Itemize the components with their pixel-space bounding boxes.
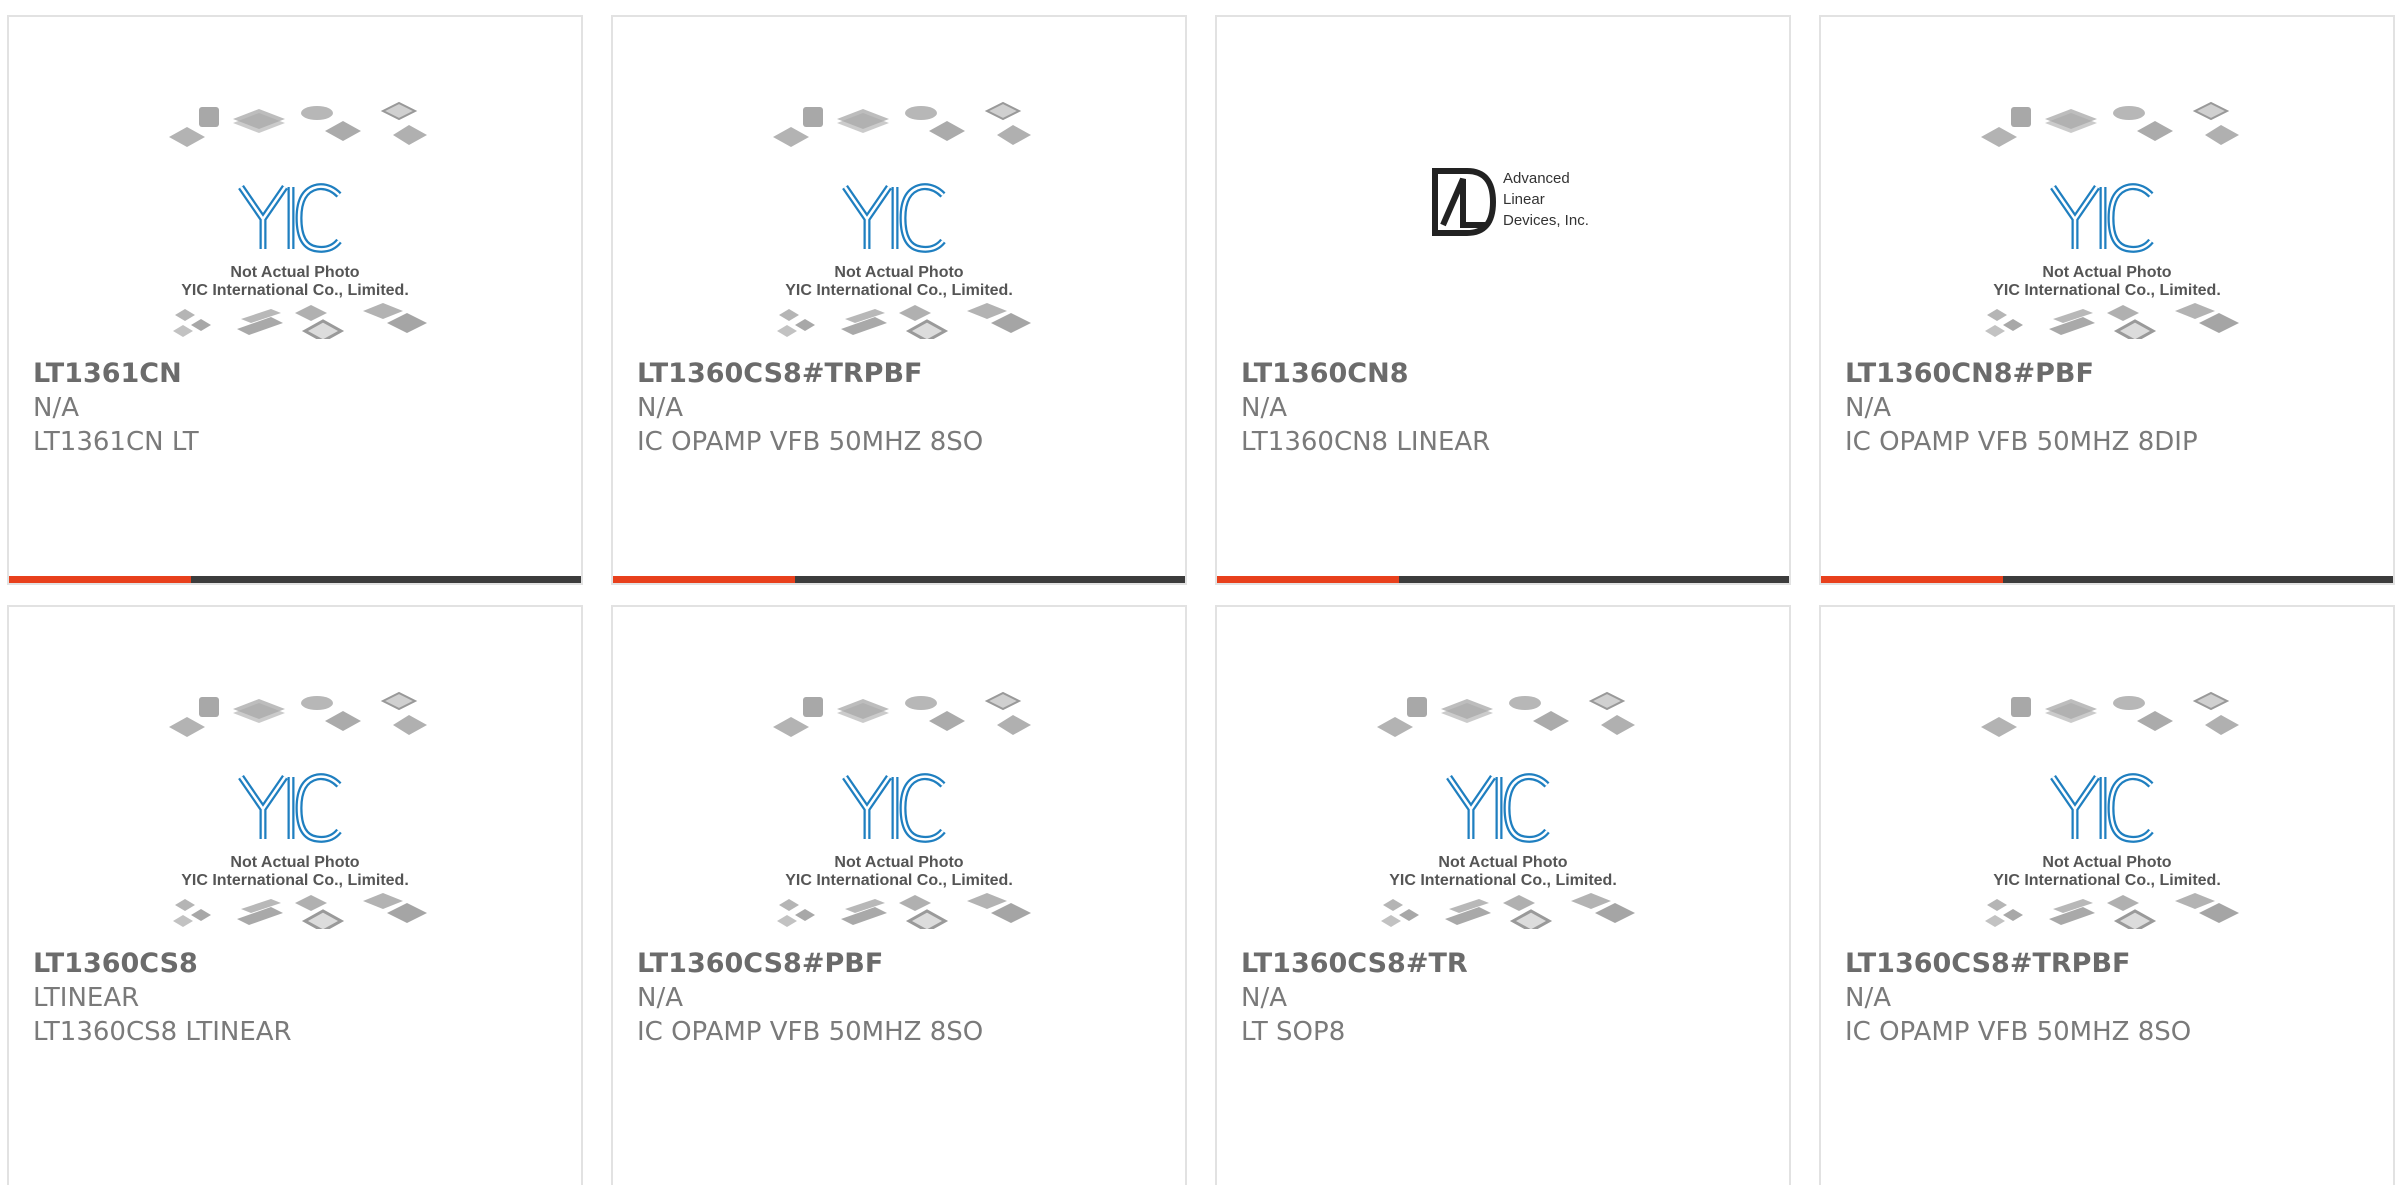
- card-accent-highlight: [613, 576, 795, 583]
- card-accent-bar: [9, 576, 581, 583]
- product-info: LT1360CS8#TRPBF N/A IC OPAMP VFB 50MHZ 8SO: [1845, 947, 2191, 1049]
- product-info: LT1360CS8#PBF N/A IC OPAMP VFB 50MHZ 8SO: [637, 947, 983, 1049]
- yic-logo-icon: [238, 183, 342, 253]
- product-card[interactable]: Advanced Linear Devices, Inc. LT1360CN8 N…: [1215, 15, 1791, 585]
- product-image[interactable]: Not Actual Photo YIC International Co., …: [613, 689, 1185, 951]
- not-actual-photo-placeholder: Not Actual Photo YIC International Co., …: [168, 102, 429, 339]
- product-info: LT1360CS8#TR N/A LT SOP8: [1241, 947, 1468, 1049]
- product-image[interactable]: Advanced Linear Devices, Inc.: [1217, 99, 1789, 361]
- product-manufacturer: N/A: [637, 983, 683, 1013]
- product-image[interactable]: Not Actual Photo YIC International Co., …: [1821, 689, 2393, 951]
- product-image[interactable]: Not Actual Photo YIC International Co., …: [9, 689, 581, 951]
- card-accent-highlight: [1821, 576, 2003, 583]
- yic-logo-icon: [2050, 773, 2154, 843]
- not-actual-photo-placeholder: Not Actual Photo YIC International Co., …: [772, 692, 1033, 929]
- product-image[interactable]: Not Actual Photo YIC International Co., …: [1821, 99, 2393, 361]
- product-manufacturer: N/A: [1845, 393, 1891, 423]
- product-card[interactable]: Not Actual Photo YIC International Co., …: [7, 15, 583, 585]
- product-name[interactable]: LT1360CN8: [1241, 357, 1490, 391]
- product-name[interactable]: LT1360CS8#TRPBF: [1845, 947, 2191, 981]
- svg-text:YIC International Co., Limited: YIC International Co., Limited.: [181, 872, 409, 889]
- svg-text:Not Actual Photo: Not Actual Photo: [2042, 854, 2171, 871]
- product-manufacturer: N/A: [1241, 393, 1287, 423]
- svg-text:YIC International Co., Limited: YIC International Co., Limited.: [1993, 282, 2221, 299]
- svg-text:YIC International Co., Limited: YIC International Co., Limited.: [181, 282, 409, 299]
- product-grid: Not Actual Photo YIC International Co., …: [0, 0, 2400, 1185]
- product-name[interactable]: LT1360CS8: [33, 947, 292, 981]
- product-image[interactable]: Not Actual Photo YIC International Co., …: [613, 99, 1185, 361]
- svg-text:YIC International Co., Limited: YIC International Co., Limited.: [1389, 872, 1617, 889]
- product-info: LT1360CS8#TRPBF N/A IC OPAMP VFB 50MHZ 8SO: [637, 357, 983, 459]
- svg-text:Not Actual Photo: Not Actual Photo: [2042, 264, 2171, 281]
- not-actual-photo-placeholder: Not Actual Photo YIC International Co., …: [1376, 692, 1637, 929]
- not-actual-photo-placeholder: Not Actual Photo YIC International Co., …: [1980, 102, 2241, 339]
- product-name[interactable]: LT1360CS8#TR: [1241, 947, 1468, 981]
- product-info: LT1360CN8 N/A LT1360CN8 LINEAR: [1241, 357, 1490, 459]
- svg-text:Not Actual Photo: Not Actual Photo: [834, 264, 963, 281]
- not-actual-photo-placeholder: Not Actual Photo YIC International Co., …: [1980, 692, 2241, 929]
- yic-logo-icon: [842, 183, 946, 253]
- product-manufacturer: N/A: [33, 393, 79, 423]
- product-manufacturer: N/A: [1241, 983, 1287, 1013]
- card-accent-highlight: [9, 576, 191, 583]
- product-description: LT1361CN LT: [33, 427, 199, 457]
- product-info: LT1361CN N/A LT1361CN LT: [33, 357, 199, 459]
- svg-text:Advanced: Advanced: [1503, 170, 1570, 187]
- card-accent-bar: [1217, 576, 1789, 583]
- svg-text:YIC International Co., Limited: YIC International Co., Limited.: [785, 872, 1013, 889]
- product-manufacturer: N/A: [1845, 983, 1891, 1013]
- product-description: LT1360CN8 LINEAR: [1241, 427, 1491, 457]
- yic-logo-icon: [1446, 773, 1550, 843]
- product-card[interactable]: Not Actual Photo YIC International Co., …: [7, 605, 583, 1185]
- product-name[interactable]: LT1361CN: [33, 357, 199, 391]
- product-manufacturer: N/A: [637, 393, 683, 423]
- ald-logo-icon: [1432, 168, 1497, 236]
- yic-logo-icon: [2050, 183, 2154, 253]
- product-description: LT1360CS8 LTINEAR: [33, 1017, 292, 1047]
- product-manufacturer: LTINEAR: [33, 983, 140, 1013]
- yic-logo-icon: [238, 773, 342, 843]
- product-description: LT SOP8: [1241, 1017, 1346, 1047]
- svg-text:Not Actual Photo: Not Actual Photo: [1438, 854, 1567, 871]
- not-actual-photo-placeholder: Not Actual Photo YIC International Co., …: [168, 692, 429, 929]
- card-accent-bar: [613, 576, 1185, 583]
- product-name[interactable]: LT1360CS8#PBF: [637, 947, 983, 981]
- product-image[interactable]: Not Actual Photo YIC International Co., …: [1217, 689, 1789, 951]
- product-description: IC OPAMP VFB 50MHZ 8SO: [637, 1017, 984, 1047]
- product-card[interactable]: Not Actual Photo YIC International Co., …: [611, 605, 1187, 1185]
- product-card[interactable]: Not Actual Photo YIC International Co., …: [1819, 15, 2395, 585]
- product-card[interactable]: Not Actual Photo YIC International Co., …: [1819, 605, 2395, 1185]
- product-card[interactable]: Not Actual Photo YIC International Co., …: [1215, 605, 1791, 1185]
- product-image[interactable]: Not Actual Photo YIC International Co., …: [9, 99, 581, 361]
- product-info: LT1360CN8#PBF N/A IC OPAMP VFB 50MHZ 8DIP: [1845, 357, 2198, 459]
- svg-text:YIC International Co., Limited: YIC International Co., Limited.: [785, 282, 1013, 299]
- product-name[interactable]: LT1360CN8#PBF: [1845, 357, 2198, 391]
- yic-logo-icon: [842, 773, 946, 843]
- product-description: IC OPAMP VFB 50MHZ 8SO: [637, 427, 984, 457]
- product-card[interactable]: Not Actual Photo YIC International Co., …: [611, 15, 1187, 585]
- card-accent-highlight: [1217, 576, 1399, 583]
- svg-text:Not Actual Photo: Not Actual Photo: [834, 854, 963, 871]
- product-name[interactable]: LT1360CS8#TRPBF: [637, 357, 983, 391]
- not-actual-photo-placeholder: Not Actual Photo YIC International Co., …: [772, 102, 1033, 339]
- svg-text:Not Actual Photo: Not Actual Photo: [230, 264, 359, 281]
- advanced-linear-devices-logo: Advanced Linear Devices, Inc.: [1432, 168, 1589, 236]
- svg-text:YIC International Co., Limited: YIC International Co., Limited.: [1993, 872, 2221, 889]
- product-description: IC OPAMP VFB 50MHZ 8SO: [1845, 1017, 2192, 1047]
- svg-text:Devices, Inc.: Devices, Inc.: [1503, 212, 1589, 229]
- svg-text:Not Actual Photo: Not Actual Photo: [230, 854, 359, 871]
- card-accent-bar: [1821, 576, 2393, 583]
- product-description: IC OPAMP VFB 50MHZ 8DIP: [1845, 427, 2198, 457]
- product-info: LT1360CS8 LTINEAR LT1360CS8 LTINEAR: [33, 947, 292, 1049]
- svg-text:Linear: Linear: [1503, 191, 1545, 208]
